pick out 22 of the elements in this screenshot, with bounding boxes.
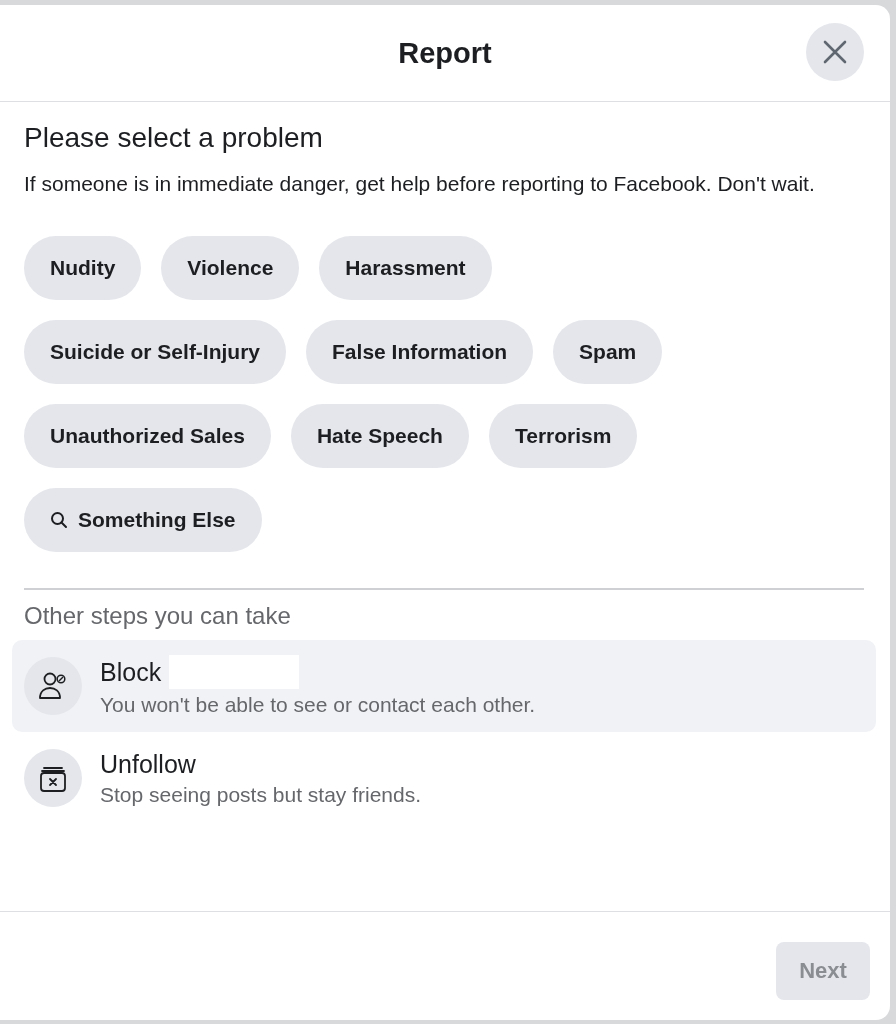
- problem-chip[interactable]: Unauthorized Sales: [24, 404, 271, 468]
- problem-chip[interactable]: Something Else: [24, 488, 262, 552]
- problem-chip[interactable]: False Information: [306, 320, 534, 384]
- action-item[interactable]: Block You won't be able to see or contact each other.: [12, 640, 876, 732]
- search-icon: [50, 511, 68, 529]
- action-item[interactable]: Unfollow Stop seeing posts but stay friends.: [12, 732, 876, 824]
- action-description: Stop seeing posts but stay friends.: [100, 782, 422, 807]
- section-heading: Other steps you can take: [24, 602, 292, 630]
- problem-chip[interactable]: Nudity: [24, 236, 142, 300]
- action-description: You won't be able to see or contact each other.: [100, 693, 536, 717]
- section-heading: Please select a problem: [24, 122, 324, 154]
- close-icon: [822, 39, 848, 65]
- problem-chip[interactable]: Spam: [553, 320, 663, 384]
- notice-text: If someone is in immediate danger, get help before reporting to Facebook. Don't wait.: [24, 171, 816, 197]
- problem-chip[interactable]: Harassment: [319, 236, 492, 300]
- problem-chip[interactable]: Hate Speech: [290, 404, 469, 468]
- problem-chip[interactable]: Violence: [161, 236, 300, 300]
- dialog-title: Report: [398, 36, 492, 70]
- action-title: Unfollow: [100, 749, 196, 779]
- problem-chip[interactable]: Terrorism: [488, 404, 638, 468]
- action-title: Block: [100, 657, 162, 687]
- problem-chip[interactable]: Suicide or Self-Injury: [24, 320, 287, 384]
